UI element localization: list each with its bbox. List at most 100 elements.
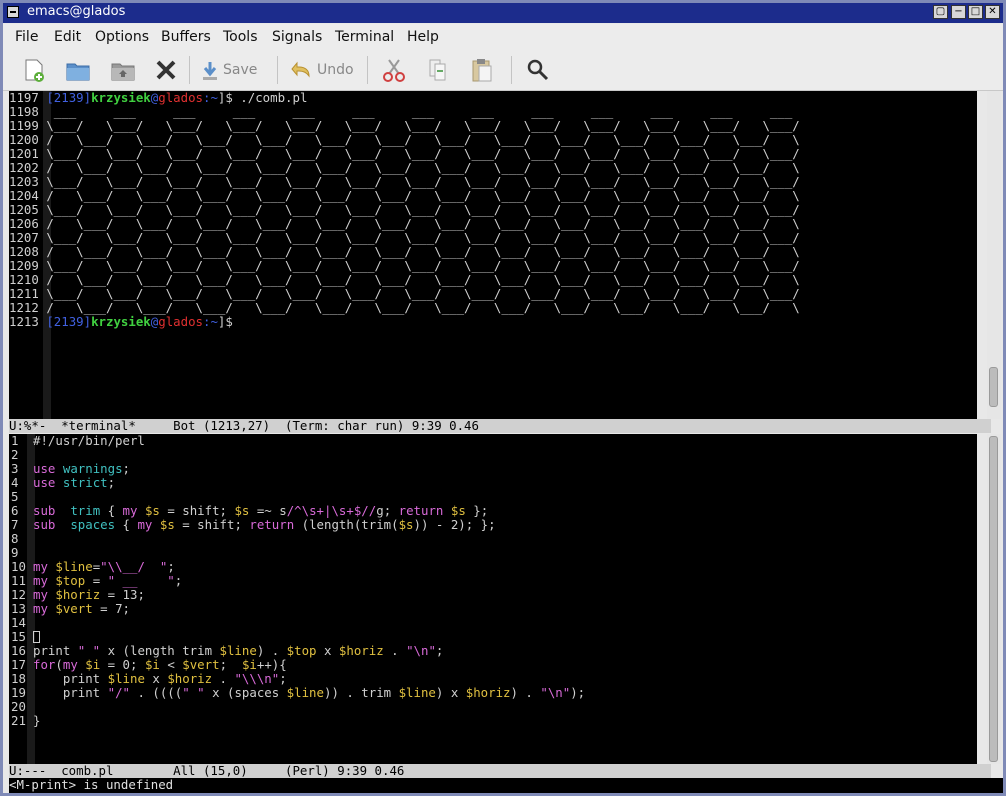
line-number: 16	[11, 643, 26, 658]
terminal-output-line: 1207 \___/ \___/ \___/ \___/ \___/ \___/…	[9, 231, 800, 245]
editor-modeline[interactable]: U:--- comb.pl All (15,0) (Perl) 9:39 0.4…	[9, 764, 991, 778]
close-icon	[156, 60, 176, 80]
line-number: 1207	[9, 230, 47, 245]
code-line: use strict;	[33, 475, 116, 490]
menu-options[interactable]: Options	[95, 29, 149, 45]
terminal-modeline[interactable]: U:%*- *terminal* Bot (1213,27) (Term: ch…	[9, 419, 991, 433]
copy-button[interactable]	[425, 55, 451, 85]
prompt-user: krzysiek	[91, 314, 151, 329]
terminal-output-line: 1210 / \___/ \___/ \___/ \___/ \___/ \__…	[9, 273, 800, 287]
terminal-output-line: 1198 ___ ___ ___ ___ ___ ___ ___ ___ ___…	[9, 105, 792, 119]
prompt-user: krzysiek	[91, 91, 151, 105]
code-line: my $line="\\__/ ";	[33, 559, 175, 574]
close-button[interactable]: ✕	[985, 5, 1000, 19]
prompt-pid: [2139]	[46, 314, 92, 329]
line-number: 5	[11, 489, 19, 504]
terminal-output-line: 1208 / \___/ \___/ \___/ \___/ \___/ \__…	[9, 245, 800, 259]
editor-scroll-thumb[interactable]	[989, 436, 998, 762]
menu-buffers[interactable]: Buffers	[161, 29, 211, 45]
terminal-scroll-thumb[interactable]	[989, 367, 998, 407]
prompt-path: :~	[203, 91, 218, 105]
code-line: }	[33, 713, 41, 728]
code-line: my $top = " __ ";	[33, 573, 183, 588]
comb-text: / \___/ \___/ \___/ \___/ \___/ \___/ \_…	[46, 272, 800, 287]
line-number: 1206	[9, 216, 47, 231]
menu-edit[interactable]: Edit	[54, 29, 81, 45]
line-number: 1209	[9, 258, 47, 273]
line-number: 1211	[9, 286, 47, 301]
comb-text: / \___/ \___/ \___/ \___/ \___/ \___/ \_…	[46, 132, 800, 147]
terminal-pane[interactable]: 1197 [2139]krzysiek@glados:~]$ ./comb.pl…	[9, 91, 977, 419]
copy-icon	[429, 59, 446, 81]
line-number: 20	[11, 699, 26, 714]
line-number: 1204	[9, 188, 47, 203]
new-file-button[interactable]	[21, 55, 47, 85]
prompt-host: glados	[158, 314, 203, 329]
search-button[interactable]	[525, 55, 551, 85]
line-number: 11	[11, 573, 26, 588]
title-bar[interactable]: emacs@glados ▢ − □ ✕	[3, 3, 1003, 23]
undo-button[interactable]: Undo	[291, 55, 354, 85]
comb-text: / \___/ \___/ \___/ \___/ \___/ \___/ \_…	[46, 160, 800, 175]
menu-signals[interactable]: Signals	[272, 29, 322, 45]
minimize-button[interactable]: −	[951, 5, 966, 19]
shade-button[interactable]: ▢	[933, 5, 948, 19]
line-number: 3	[11, 461, 19, 476]
line-number: 12	[11, 587, 26, 602]
line-number: 1213	[9, 314, 39, 329]
terminal-output-line: 1205 \___/ \___/ \___/ \___/ \___/ \___/…	[9, 203, 800, 217]
window-menu-icon[interactable]	[7, 6, 19, 18]
kill-buffer-button[interactable]	[153, 55, 179, 85]
editor-pane[interactable]: 1 2 3 4 5 6 7 8 9 10 11 12 13 14 15 16 17 18 19 20 21 #!/usr…	[9, 434, 977, 764]
code-line: sub spaces { my $s = shift; return (leng…	[33, 517, 496, 532]
line-number: 1199	[9, 118, 47, 133]
line-number: 1210	[9, 272, 47, 287]
dired-button[interactable]	[109, 55, 137, 85]
code-line: sub trim { my $s = shift; $s =~ s/^\s+|\…	[33, 503, 489, 518]
terminal-scrollbar[interactable]	[987, 91, 1001, 419]
menu-tools[interactable]: Tools	[223, 29, 258, 45]
code-line: my $vert = 7;	[33, 601, 131, 616]
window-title: emacs@glados	[27, 4, 126, 19]
comb-text: \___/ \___/ \___/ \___/ \___/ \___/ \___…	[46, 146, 800, 161]
cut-button[interactable]	[381, 55, 407, 85]
line-number: 7	[11, 517, 19, 532]
comb-text: / \___/ \___/ \___/ \___/ \___/ \___/ \_…	[46, 216, 800, 231]
paste-icon	[472, 59, 492, 82]
comb-text: / \___/ \___/ \___/ \___/ \___/ \___/ \_…	[46, 188, 800, 203]
comb-text: / \___/ \___/ \___/ \___/ \___/ \___/ \_…	[46, 300, 800, 315]
line-number: 18	[11, 671, 26, 686]
toolbar-separator	[189, 56, 190, 84]
code-line: for(my $i = 0; $i < $vert; $i++){	[33, 657, 287, 672]
prompt-suffix: ]$	[217, 314, 233, 329]
terminal-output-line: 1200 / \___/ \___/ \___/ \___/ \___/ \__…	[9, 133, 800, 147]
menu-bar: File Edit Options Buffers Tools Signals …	[3, 24, 1003, 50]
code-line: print " " x (length trim $line) . $top x…	[33, 643, 444, 658]
terminal-prompt-line: 1197 [2139]krzysiek@glados:~]$ ./comb.pl	[9, 91, 307, 105]
line-number: 1201	[9, 146, 47, 161]
code-line: print $line x $horiz . "\\\n";	[33, 671, 287, 686]
paste-button[interactable]	[469, 55, 495, 85]
maximize-button[interactable]: □	[968, 5, 983, 19]
line-number: 4	[11, 475, 19, 490]
line-number: 1	[11, 434, 19, 448]
save-button[interactable]: Save	[201, 55, 257, 85]
code-line: my $horiz = 13;	[33, 587, 145, 602]
line-number: 6	[11, 503, 19, 518]
terminal-output-line: 1212 / \___/ \___/ \___/ \___/ \___/ \__…	[9, 301, 800, 315]
menu-help[interactable]: Help	[407, 29, 439, 45]
code-line	[33, 630, 40, 644]
open-folder-button[interactable]	[64, 55, 92, 85]
menu-terminal[interactable]: Terminal	[335, 29, 394, 45]
undo-label: Undo	[317, 62, 354, 78]
scissors-icon	[383, 59, 405, 82]
line-number: 1208	[9, 244, 47, 259]
editor-scrollbar[interactable]	[987, 434, 1001, 764]
comb-text: \___/ \___/ \___/ \___/ \___/ \___/ \___…	[46, 118, 800, 133]
toolbar-separator	[511, 56, 512, 84]
minibuffer[interactable]: <M-print> is undefined	[9, 778, 1003, 793]
code-line: print "/" . ((((" " x (spaces $line)) . …	[33, 685, 586, 700]
prompt-path: :~	[203, 314, 218, 329]
line-number: 19	[11, 685, 26, 700]
menu-file[interactable]: File	[15, 29, 38, 45]
